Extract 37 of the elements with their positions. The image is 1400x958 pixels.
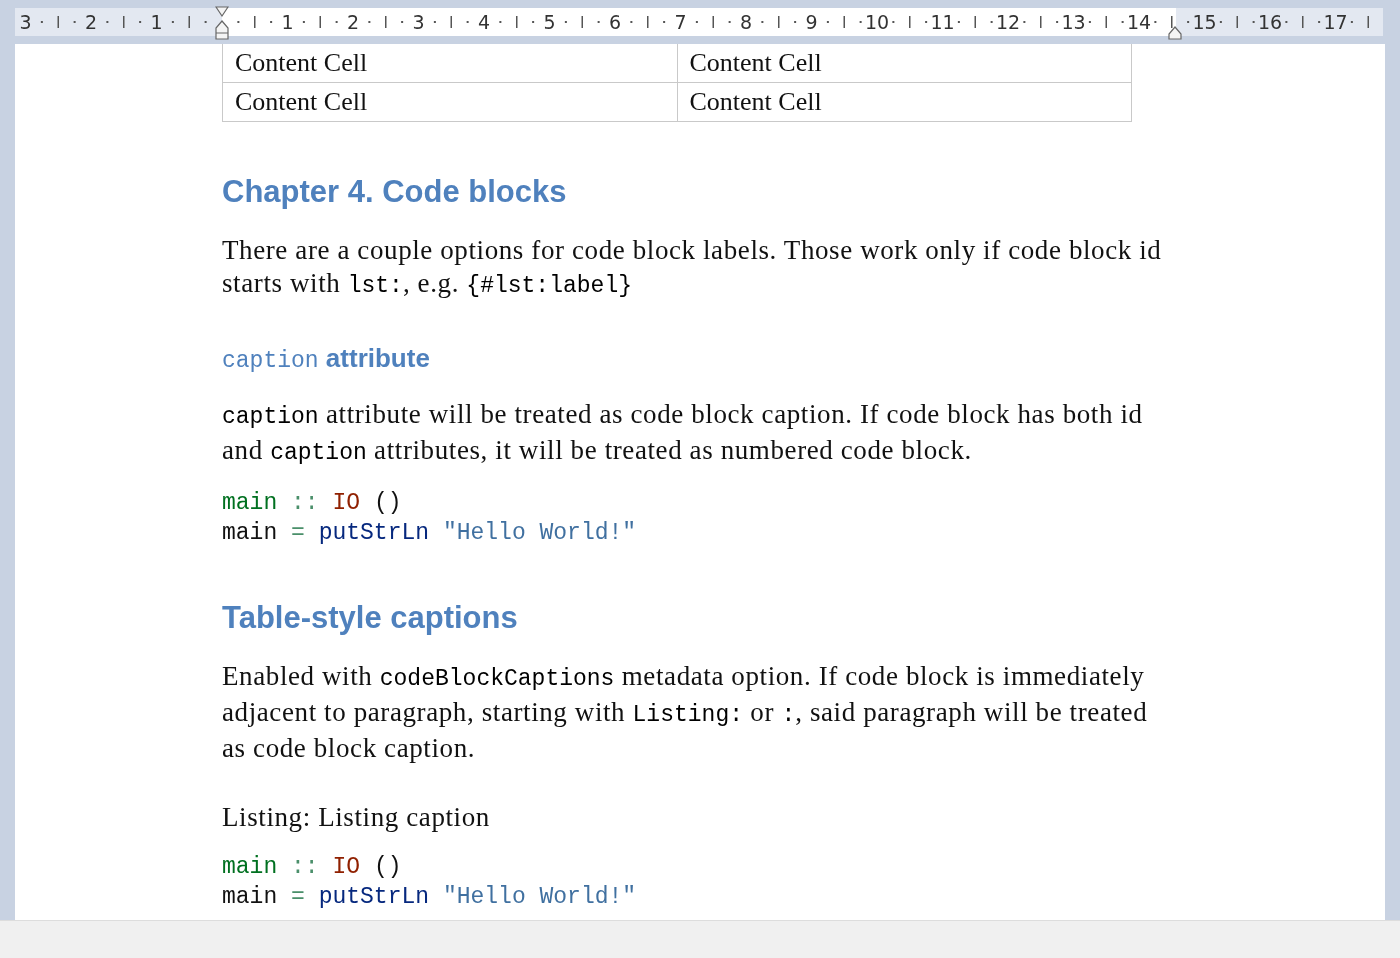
ruler-number: 17 — [1323, 10, 1348, 35]
ruler-number: 3 — [19, 10, 32, 35]
ruler-number: 13 — [1061, 10, 1086, 35]
ruler-number: 11 — [930, 10, 955, 35]
ruler-number: 4 — [477, 10, 491, 35]
paragraph: There are a couple options for code block labels. Those work only if code block id starts with lst:, e.g. {#lst:label} — [222, 234, 1163, 301]
code-line: main = putStrLn "Hello World!" — [222, 519, 638, 548]
ruler-number: 2 — [346, 10, 360, 35]
code-line: main = putStrLn "Hello World!" — [222, 883, 638, 912]
section-heading: Chapter 4. Code blocks — [222, 174, 568, 210]
ruler-number: 6 — [608, 10, 622, 35]
indent-marker-icon[interactable] — [215, 6, 229, 40]
code-line: main :: IO () — [222, 489, 403, 518]
ruler-number: 10 — [864, 10, 890, 35]
listing-caption: Listing: Listing caption — [222, 801, 491, 834]
table-cell: Content Cell — [222, 82, 677, 122]
right-indent-marker-icon[interactable] — [1168, 26, 1182, 40]
paragraph: caption attribute will be treated as code block caption. If code block has both id and caption attributes, it will be treated as numbered code block. — [222, 398, 1144, 468]
ruler-number: 3 — [412, 10, 425, 35]
subsection-heading: caption attribute — [222, 343, 431, 374]
table-cell: Content Cell — [222, 44, 677, 83]
ruler-number: 12 — [995, 10, 1021, 35]
code-line: main :: IO () — [222, 853, 403, 882]
ruler-number: 8 — [739, 10, 753, 35]
ruler-number: 14 — [1126, 10, 1152, 35]
ruler-number: 7 — [674, 10, 687, 35]
table-cell: Content Cell — [677, 44, 1132, 83]
ruler-number: 1 — [150, 10, 163, 35]
ruler-number: 15 — [1192, 10, 1217, 35]
section-heading: Table-style captions — [222, 600, 519, 636]
paragraph: Enabled with codeBlockCaptions metadata option. If code block is immediately adjacent to paragraph, starting with Listing: or :, said paragraph will be treated as code block caption. — [222, 660, 1149, 765]
ruler-number: 2 — [84, 10, 98, 35]
ruler-number: 1 — [281, 10, 294, 35]
table-cell: Content Cell — [677, 82, 1132, 122]
ruler-number: 5 — [543, 10, 556, 35]
ruler-number: 9 — [805, 10, 818, 35]
ruler-number: 16 — [1257, 10, 1283, 35]
